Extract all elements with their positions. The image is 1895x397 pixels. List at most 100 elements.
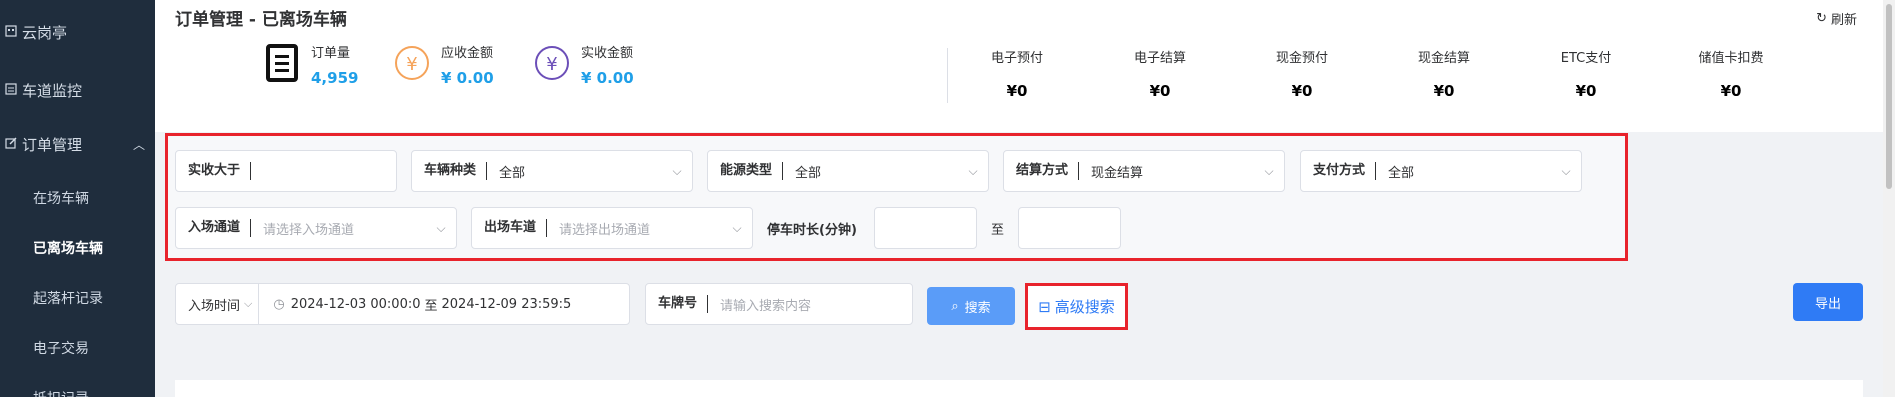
yen-circle-icon: ¥ — [393, 44, 431, 82]
field-label: 实收大于 — [176, 162, 252, 180]
payment-value: ¥0 — [1433, 82, 1455, 100]
settle-method-select[interactable]: 结算方式 现金结算 ⌵ — [1003, 150, 1285, 192]
sidebar-sub-deductions[interactable]: 抵扣记录 — [33, 388, 89, 397]
chevron-down-icon: ⌵ — [244, 297, 253, 310]
page-title: 订单管理 - 已离场车辆 — [175, 10, 347, 30]
end-date-input[interactable]: 2024-12-09 23:59:5 — [442, 297, 572, 312]
vehicle-type-select[interactable]: 车辆种类 全部 ⌵ — [411, 150, 693, 192]
divider — [947, 48, 948, 103]
field-label: 车牌号 — [646, 295, 709, 313]
stat-value: 4,959 — [311, 69, 359, 87]
chevron-down-icon: ⌵ — [732, 220, 742, 235]
chevron-down-icon: ⌵ — [672, 163, 682, 178]
start-date-input[interactable]: 2024-12-03 00:00:0 — [285, 297, 421, 312]
select-value: 全部 — [795, 165, 822, 181]
search-button-label: 搜索 — [964, 300, 991, 316]
main-content: 订单管理 - 已离场车辆 ↻ 刷新 订单量 4,959 ¥ 应收金额 ¥ 0.0… — [155, 0, 1883, 397]
plate-search-field[interactable]: 车牌号 请输入搜索内容 — [645, 283, 913, 325]
header-panel: 订单管理 - 已离场车辆 ↻ 刷新 订单量 4,959 ¥ 应收金额 ¥ 0.0… — [155, 0, 1883, 132]
stat-received: ¥ 实收金额 ¥ 0.00 — [533, 44, 634, 92]
advanced-search-toggle[interactable]: ⊟ 高级搜索 — [1025, 283, 1128, 330]
payment-value: ¥0 — [1291, 82, 1313, 100]
sidebar-item-cloud-booth[interactable]: 云岗亭 — [0, 20, 155, 44]
refresh-button[interactable]: ↻ 刷新 — [1816, 9, 1857, 28]
select-placeholder: 请选择入场通道 — [263, 222, 355, 238]
payment-label: 电子结算 — [1133, 51, 1186, 66]
sidebar-item-label: 云岗亭 — [22, 23, 68, 42]
stat-label: 订单量 — [311, 46, 351, 61]
edit-icon — [4, 137, 18, 151]
payment-cash-settle: 现金结算 ¥0 — [1399, 47, 1489, 100]
monitor-icon — [4, 83, 18, 97]
chevron-down-icon: ⌵ — [1561, 163, 1571, 178]
field-label: 结算方式 — [1004, 162, 1080, 180]
sidebar-item-lane-monitor[interactable]: 车道监控 — [0, 78, 155, 102]
duration-to-label: 至 — [991, 223, 1005, 238]
payment-label: 现金预付 — [1275, 51, 1328, 66]
advanced-search-label: 高级搜索 — [1054, 298, 1115, 316]
payment-e-settle: 电子结算 ¥0 — [1115, 47, 1205, 100]
entry-lane-select[interactable]: 入场通道 请选择入场通道 ⌵ — [175, 207, 457, 249]
field-label: 能源类型 — [708, 162, 784, 180]
field-label: 车辆种类 — [412, 162, 488, 180]
sidebar-item-label: 车道监控 — [22, 81, 83, 100]
payment-etc: ETC支付 ¥0 — [1541, 47, 1631, 100]
payment-stored-card: 储值卡扣费 ¥0 — [1686, 47, 1776, 100]
time-type-value: 入场时间 — [188, 298, 241, 314]
stat-order-count: 订单量 4,959 — [263, 44, 358, 92]
chevron-down-icon: ⌵ — [968, 163, 978, 178]
duration-max-input[interactable] — [1018, 207, 1121, 249]
payment-value: ¥0 — [1720, 82, 1742, 100]
stat-value: ¥ 0.00 — [441, 69, 494, 87]
chevron-down-icon: ⌵ — [1264, 163, 1274, 178]
time-type-select[interactable]: 入场时间 ⌵ — [176, 284, 260, 324]
sidebar: 云岗亭 车道监控 订单管理 ︿ 在场车辆 已离场车辆 起落杆记录 电子交易 抵扣… — [0, 0, 155, 397]
duration-min-input[interactable] — [874, 207, 977, 249]
payment-cash-prepay: 现金预付 ¥0 — [1257, 47, 1347, 100]
duration-label: 停车时长(分钟) — [767, 223, 857, 238]
payment-value: ¥0 — [1575, 82, 1597, 100]
document-icon — [263, 44, 301, 82]
export-button[interactable]: 导出 — [1793, 283, 1863, 321]
payment-value: ¥0 — [1006, 82, 1028, 100]
field-label: 入场通道 — [176, 219, 252, 237]
exit-lane-select[interactable]: 出场车道 请选择出场通道 ⌵ — [471, 207, 753, 249]
svg-text:¥: ¥ — [406, 54, 417, 75]
yen-circle-icon: ¥ — [533, 44, 571, 82]
building-icon — [4, 25, 18, 39]
sidebar-item-label: 订单管理 — [22, 135, 83, 154]
payment-value: ¥0 — [1149, 82, 1171, 100]
select-value: 全部 — [1388, 165, 1415, 181]
stat-label: 应收金额 — [441, 46, 494, 61]
plate-input[interactable]: 请输入搜索内容 — [708, 295, 811, 314]
svg-text:¥: ¥ — [546, 54, 557, 75]
stat-value: ¥ 0.00 — [581, 69, 634, 87]
energy-type-select[interactable]: 能源类型 全部 ⌵ — [707, 150, 989, 192]
select-placeholder: 请选择出场通道 — [559, 222, 651, 238]
range-separator: 至 — [424, 298, 438, 314]
stat-label: 实收金额 — [581, 46, 634, 61]
paid-gt-field[interactable]: 实收大于 — [175, 150, 397, 192]
scrollbar[interactable] — [1883, 0, 1895, 397]
sidebar-sub-e-transactions[interactable]: 电子交易 — [33, 338, 89, 358]
search-icon: ⌕ — [951, 298, 959, 314]
sidebar-sub-departed[interactable]: 已离场车辆 — [33, 238, 103, 258]
select-value: 现金结算 — [1091, 165, 1144, 181]
collapse-icon: ⊟ — [1038, 297, 1051, 316]
chevron-up-icon: ︿ — [132, 137, 145, 152]
field-label: 支付方式 — [1301, 162, 1377, 180]
pay-method-select[interactable]: 支付方式 全部 ⌵ — [1300, 150, 1582, 192]
search-button[interactable]: ⌕ 搜索 — [927, 287, 1015, 325]
payment-label: 现金结算 — [1417, 51, 1470, 66]
table-card — [175, 380, 1863, 397]
time-range-picker[interactable]: 入场时间 ⌵ ◷ 2024-12-03 00:00:0 至 2024-12-09… — [175, 283, 630, 325]
field-label: 出场车道 — [472, 219, 548, 237]
payment-label: 储值卡扣费 — [1698, 51, 1764, 66]
chevron-down-icon: ⌵ — [436, 220, 446, 235]
sidebar-sub-barrier-log[interactable]: 起落杆记录 — [33, 288, 103, 308]
scrollbar-thumb[interactable] — [1886, 4, 1892, 189]
sidebar-sub-in-lot[interactable]: 在场车辆 — [33, 188, 89, 208]
clock-icon: ◷ — [273, 296, 285, 312]
refresh-label: 刷新 — [1830, 13, 1857, 28]
sidebar-item-order-management[interactable]: 订单管理 ︿ — [0, 132, 155, 156]
